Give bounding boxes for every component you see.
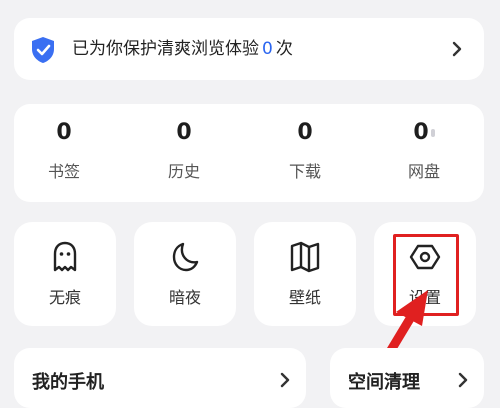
tile-night-mode[interactable]: 暗夜: [134, 222, 236, 326]
my-phone-card[interactable]: 我的手机: [14, 348, 306, 408]
protection-text-before: 已为你保护清爽浏览体验: [72, 39, 259, 59]
stat-label: 书签: [47, 162, 80, 181]
storage-cleanup-title: 空间清理: [348, 372, 420, 393]
stat-value: 0: [56, 120, 72, 145]
stat-value-row: 0: [369, 118, 479, 148]
protection-text: 已为你保护清爽浏览体验 0 次: [72, 36, 293, 62]
stat-cloud-drive[interactable]: 0 网盘: [369, 118, 479, 184]
protection-count: 0: [262, 39, 273, 59]
tile-incognito[interactable]: 无痕: [14, 222, 116, 326]
ghost-icon: [53, 241, 77, 272]
stat-label: 网盘: [407, 162, 440, 181]
new-indicator-dot: [430, 129, 435, 137]
storage-cleanup-card[interactable]: 空间清理: [330, 348, 484, 408]
moon-icon: [172, 242, 199, 272]
chevron-right-icon: [458, 372, 468, 388]
stat-value: 0: [413, 120, 429, 145]
protection-text-after: 次: [275, 39, 293, 59]
stat-bookmarks[interactable]: 0 书签: [9, 118, 119, 184]
shield-icon: [32, 37, 54, 63]
chevron-right-icon: [280, 372, 290, 388]
annotation-highlight-box: [393, 234, 459, 316]
chevron-right-icon: [452, 41, 462, 57]
stat-label: 历史: [167, 162, 200, 181]
stats-panel: 0 书签 0 历史 0 下载 0 网盘: [14, 104, 484, 202]
tile-label: 壁纸: [288, 288, 321, 307]
protection-banner[interactable]: 已为你保护清爽浏览体验 0 次: [14, 18, 484, 80]
stat-history[interactable]: 0 历史: [129, 118, 239, 184]
tile-label: 暗夜: [168, 288, 201, 307]
tile-wallpaper[interactable]: 壁纸: [254, 222, 356, 326]
stat-value: 0: [176, 120, 192, 145]
stat-value: 0: [297, 120, 313, 145]
book-icon: [290, 241, 320, 273]
stat-downloads[interactable]: 0 下载: [250, 118, 360, 184]
my-phone-title: 我的手机: [32, 372, 104, 393]
stat-label: 下载: [288, 162, 321, 181]
tile-label: 无痕: [48, 288, 81, 307]
